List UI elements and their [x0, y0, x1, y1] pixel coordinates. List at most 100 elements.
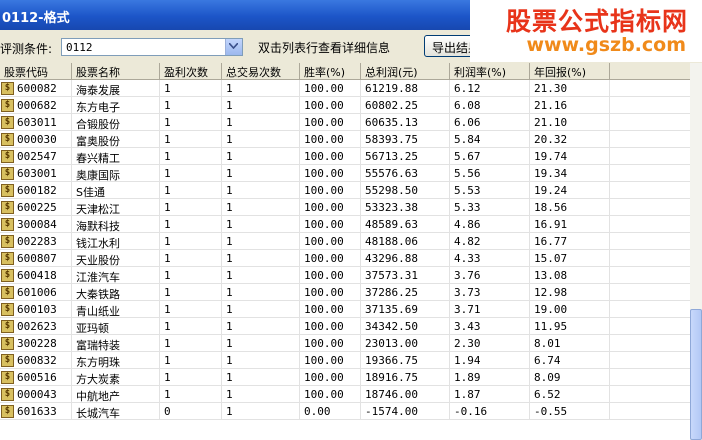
table-cell: 1 [222, 216, 300, 233]
table-cell: 48188.06 [361, 233, 450, 250]
table-row[interactable]: $002547 春兴精工 1 1 100.00 56713.25 5.67 19.74 [0, 148, 690, 165]
cell-code: $600516 [0, 369, 72, 386]
table-cell: 1 [222, 148, 300, 165]
table-cell: 1 [222, 301, 300, 318]
table-cell: 1 [160, 369, 222, 386]
table-cell: 100.00 [300, 165, 361, 182]
table-cell: 2.30 [450, 335, 530, 352]
table-row[interactable]: $000043 中航地产 1 1 100.00 18746.00 1.87 6.52 [0, 386, 690, 403]
table-cell: 1 [160, 216, 222, 233]
dollar-icon: $ [1, 150, 14, 163]
table-cell: 1 [222, 80, 300, 97]
table-cell: 1 [160, 165, 222, 182]
table-cell: 1 [160, 335, 222, 352]
table-row[interactable]: $002283 钱江水利 1 1 100.00 48188.06 4.82 16.77 [0, 233, 690, 250]
table-cell: 19366.75 [361, 352, 450, 369]
table-cell: 6.52 [530, 386, 610, 403]
table-cell: 100.00 [300, 267, 361, 284]
table-row[interactable]: $300084 海默科技 1 1 100.00 48589.63 4.86 16.91 [0, 216, 690, 233]
table-row[interactable]: $000682 东方电子 1 1 100.00 60802.25 6.08 21.16 [0, 97, 690, 114]
table-row[interactable]: $300228 富瑞特装 1 1 100.00 23013.00 2.30 8.01 [0, 335, 690, 352]
column-header[interactable]: 利润率(%) [450, 63, 530, 79]
cell-code: $600225 [0, 199, 72, 216]
stock-code: 002623 [17, 320, 57, 333]
table-cell: 1 [160, 284, 222, 301]
table-cell: 19.00 [530, 301, 610, 318]
table-cell: 100.00 [300, 369, 361, 386]
table-cell: 1 [222, 199, 300, 216]
table-cell: 4.33 [450, 250, 530, 267]
table-cell: 1 [222, 369, 300, 386]
column-header[interactable]: 股票代码 [0, 63, 72, 79]
table-cell: -1574.00 [361, 403, 450, 420]
table-row[interactable]: $601633 长城汽车 0 1 0.00 -1574.00 -0.16 -0.55 [0, 403, 690, 420]
cell-code: $300228 [0, 335, 72, 352]
dropdown-button[interactable] [225, 39, 242, 55]
dollar-icon: $ [1, 133, 14, 146]
column-header[interactable]: 年回报(%) [530, 63, 610, 79]
table-row[interactable]: $603011 合锻股份 1 1 100.00 60635.13 6.06 21.10 [0, 114, 690, 131]
table-cell: 3.73 [450, 284, 530, 301]
table-cell: 20.32 [530, 131, 610, 148]
table-row[interactable]: $600082 海泰发展 1 1 100.00 61219.88 6.12 21.30 [0, 80, 690, 97]
table-row[interactable]: $603001 奥康国际 1 1 100.00 55576.63 5.56 19.34 [0, 165, 690, 182]
table-cell: 100.00 [300, 182, 361, 199]
dollar-icon: $ [1, 303, 14, 316]
dollar-icon: $ [1, 82, 14, 95]
column-header[interactable]: 盈利次数 [160, 63, 222, 79]
vertical-scrollbar[interactable] [690, 63, 702, 440]
table-cell: 1 [160, 80, 222, 97]
table-row[interactable]: $600418 江淮汽车 1 1 100.00 37573.31 3.76 13.08 [0, 267, 690, 284]
table-cell: 18746.00 [361, 386, 450, 403]
table-cell: 富瑞特装 [72, 335, 160, 352]
table-cell: 100.00 [300, 114, 361, 131]
table-cell: 100.00 [300, 386, 361, 403]
table-row[interactable]: $601006 大秦铁路 1 1 100.00 37286.25 3.73 12.98 [0, 284, 690, 301]
table-cell: 100.00 [300, 318, 361, 335]
stock-code: 300084 [17, 218, 57, 231]
dollar-icon: $ [1, 167, 14, 180]
table-row[interactable]: $002623 亚玛顿 1 1 100.00 34342.50 3.43 11.95 [0, 318, 690, 335]
table-cell: 1 [160, 250, 222, 267]
column-header[interactable]: 总交易次数 [222, 63, 300, 79]
stock-code: 600516 [17, 371, 57, 384]
table-cell: 6.74 [530, 352, 610, 369]
column-header[interactable]: 股票名称 [72, 63, 160, 79]
column-header[interactable]: 胜率(%) [300, 63, 361, 79]
condition-select[interactable]: 0112 [61, 38, 243, 56]
cell-code: $002623 [0, 318, 72, 335]
table-row[interactable]: $600832 东方明珠 1 1 100.00 19366.75 1.94 6.74 [0, 352, 690, 369]
scrollbar-thumb[interactable] [690, 309, 702, 440]
table-row[interactable]: $600225 天津松江 1 1 100.00 53323.38 5.33 18.56 [0, 199, 690, 216]
dollar-icon: $ [1, 354, 14, 367]
table-cell: 海泰发展 [72, 80, 160, 97]
table-cell: 19.34 [530, 165, 610, 182]
table-cell: 1 [222, 114, 300, 131]
stock-code: 600082 [17, 82, 57, 95]
table-row[interactable]: $600103 青山纸业 1 1 100.00 37135.69 3.71 19.00 [0, 301, 690, 318]
results-table[interactable]: 股票代码 股票名称 盈利次数 总交易次数 胜率(%) 总利润(元) 利润率(%) 年回报(%)… [0, 63, 690, 440]
table-row[interactable]: $600182 S佳通 1 1 100.00 55298.50 5.53 19.24 [0, 182, 690, 199]
table-row[interactable]: $000030 富奥股份 1 1 100.00 58393.75 5.84 20.32 [0, 131, 690, 148]
table-cell: 3.43 [450, 318, 530, 335]
table-cell: 1 [160, 318, 222, 335]
table-row[interactable]: $600516 方大炭素 1 1 100.00 18916.75 1.89 8.09 [0, 369, 690, 386]
stock-code: 600807 [17, 252, 57, 265]
dollar-icon: $ [1, 405, 14, 418]
stock-code: 002283 [17, 235, 57, 248]
cell-code: $600103 [0, 301, 72, 318]
table-row[interactable]: $600807 天业股份 1 1 100.00 43296.88 4.33 15.07 [0, 250, 690, 267]
table-cell: 8.01 [530, 335, 610, 352]
table-cell: 60802.25 [361, 97, 450, 114]
table-cell: 100.00 [300, 199, 361, 216]
table-cell: 大秦铁路 [72, 284, 160, 301]
table-cell: 1 [160, 97, 222, 114]
column-header[interactable]: 总利润(元) [361, 63, 450, 79]
table-cell: 1 [222, 284, 300, 301]
table-cell: 1 [222, 131, 300, 148]
dollar-icon: $ [1, 235, 14, 248]
table-cell: 18.56 [530, 199, 610, 216]
table-cell: 60635.13 [361, 114, 450, 131]
table-cell: 8.09 [530, 369, 610, 386]
table-cell: 100.00 [300, 233, 361, 250]
